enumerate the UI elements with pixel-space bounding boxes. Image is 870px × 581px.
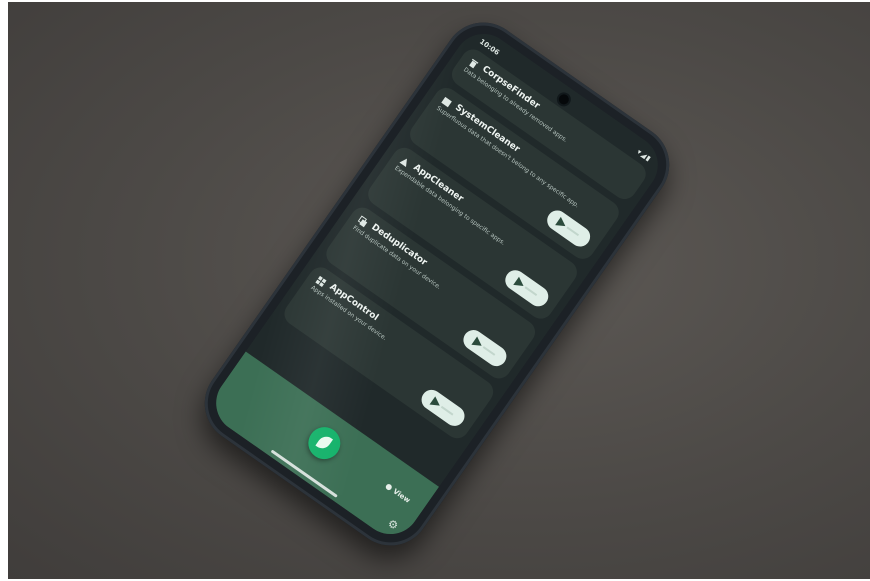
leaf-icon — [315, 433, 334, 452]
view-toggle[interactable]: View — [384, 482, 412, 505]
phone-screen: 10:06 ▾◢▮ CorpseFinder Data belonging to… — [204, 22, 670, 546]
gear-icon[interactable]: ⚙ — [385, 517, 401, 533]
photo-background: 10:06 ▾◢▮ CorpseFinder Data belonging to… — [8, 2, 870, 579]
scan-label-line — [566, 226, 580, 237]
scan-all-fab[interactable] — [302, 420, 347, 466]
scan-label-line — [524, 286, 538, 296]
smartphone: 10:06 ▾◢▮ CorpseFinder Data belonging to… — [189, 6, 685, 562]
scan-label-line — [482, 346, 496, 356]
view-label: View — [391, 487, 412, 505]
scan-label-line — [440, 405, 454, 416]
toggle-dot-icon — [384, 482, 394, 492]
tool-list: CorpseFinder Data belonging to already r… — [276, 44, 651, 449]
status-icons: ▾◢▮ — [635, 147, 653, 164]
